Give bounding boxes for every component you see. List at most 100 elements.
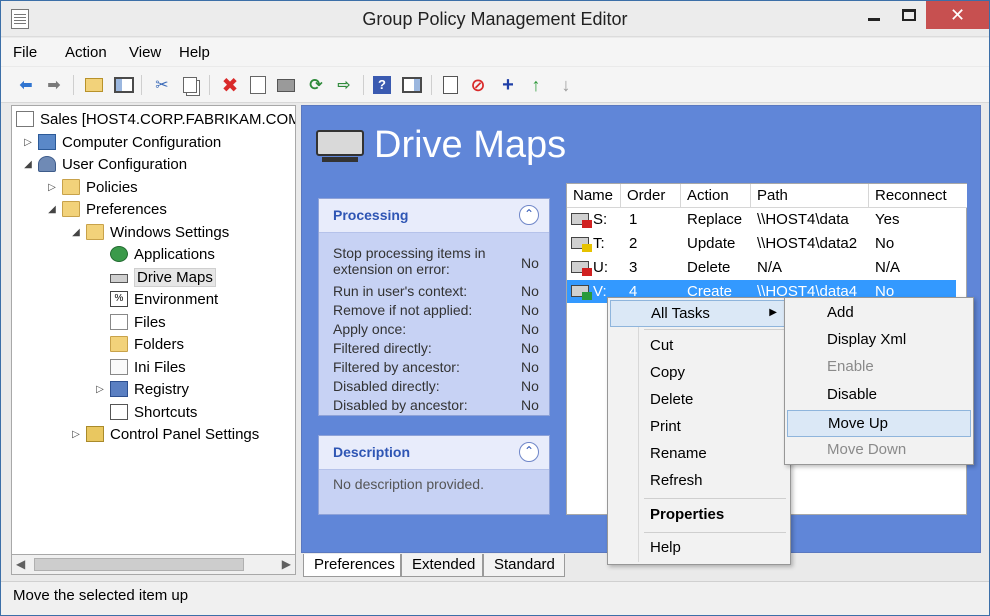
table-row[interactable]: U: 3 Delete N/A N/A xyxy=(567,256,956,279)
tree-files[interactable]: Files xyxy=(110,311,166,333)
menu-help[interactable]: Help xyxy=(179,44,210,61)
column-header-path[interactable]: Path xyxy=(751,184,869,208)
processing-item: Filtered by ancestor: No xyxy=(333,359,543,375)
delete-icon[interactable]: ✖ xyxy=(219,74,241,97)
menu-item-all-tasks[interactable]: All Tasks ▶ xyxy=(610,300,788,327)
description-header[interactable]: Description ⌃ xyxy=(319,436,549,470)
collapse-icon[interactable]: ⌃ xyxy=(519,442,539,462)
menu-separator xyxy=(644,329,786,330)
all-tasks-submenu: Add Display Xml Enable Disable Move Up M… xyxy=(784,297,974,465)
tree-control-panel-settings[interactable]: ▷ Control Panel Settings xyxy=(70,423,259,445)
tree-folders[interactable]: Folders xyxy=(110,333,184,355)
cell-order: 2 xyxy=(629,235,638,252)
properties-icon[interactable] xyxy=(247,74,269,96)
expand-icon[interactable]: ▷ xyxy=(46,182,58,193)
back-icon[interactable]: ⬅ xyxy=(15,74,37,96)
tree-policies[interactable]: ▷ Policies xyxy=(46,176,138,198)
processing-header[interactable]: Processing ⌃ xyxy=(319,199,549,233)
stop-icon[interactable]: ⊘ xyxy=(467,74,489,96)
drive-icon xyxy=(110,273,128,283)
menu-item-help[interactable]: Help xyxy=(610,535,788,562)
tree-root[interactable]: Sales [HOST4.CORP.FABRIKAM.COM] xyxy=(16,108,295,130)
submenu-item-disable[interactable]: Disable xyxy=(787,382,971,409)
collapse-icon[interactable]: ◢ xyxy=(70,227,82,238)
tab-extended[interactable]: Extended xyxy=(401,554,483,577)
expand-icon[interactable]: ▷ xyxy=(94,384,106,395)
menu-item-refresh[interactable]: Refresh xyxy=(610,468,788,495)
expand-icon[interactable]: ▷ xyxy=(22,137,34,148)
tree-applications[interactable]: Applications xyxy=(110,243,215,265)
processing-item: Remove if not applied: No xyxy=(333,302,543,318)
processing-value: No xyxy=(521,378,539,394)
copy-icon[interactable] xyxy=(179,74,201,96)
show-hide-action-icon[interactable] xyxy=(401,74,423,96)
tab-preferences[interactable]: Preferences xyxy=(303,554,401,577)
refresh-icon[interactable]: ⟳ xyxy=(305,74,327,96)
tree-shortcuts[interactable]: Shortcuts xyxy=(110,401,197,423)
column-header-order[interactable]: Order xyxy=(621,184,681,208)
tree-drive-maps[interactable]: Drive Maps xyxy=(110,266,216,288)
menu-item-rename[interactable]: Rename xyxy=(610,441,788,468)
tree-user-configuration[interactable]: ◢ User Configuration xyxy=(22,153,187,175)
tree-windows-settings[interactable]: ◢ Windows Settings xyxy=(70,221,229,243)
maximize-button[interactable] xyxy=(892,1,926,29)
cell-action: Update xyxy=(687,235,736,252)
menu-file[interactable]: File xyxy=(13,44,37,61)
cell-action: Delete xyxy=(687,259,731,276)
scroll-thumb[interactable] xyxy=(34,558,244,571)
description-text: No description provided. xyxy=(333,476,484,492)
submenu-item-move-up[interactable]: Move Up xyxy=(787,410,971,437)
move-up-icon[interactable]: ↑ xyxy=(525,74,547,96)
collapse-icon[interactable]: ⌃ xyxy=(519,205,539,225)
cell-reconnect: No xyxy=(875,235,895,252)
column-header-reconnect[interactable]: Reconnect xyxy=(869,184,967,208)
processing-label: Disabled by ancestor: xyxy=(333,397,468,413)
console-tree: Sales [HOST4.CORP.FABRIKAM.COM] ▷ Compute… xyxy=(11,105,296,575)
scroll-right-icon[interactable]: ▶ xyxy=(282,557,291,571)
tree-environment[interactable]: % Environment xyxy=(110,288,218,310)
menu-separator xyxy=(644,498,786,499)
column-header-name[interactable]: Name xyxy=(567,184,621,208)
submenu-item-display-xml[interactable]: Display Xml xyxy=(787,327,971,354)
expand-icon[interactable]: ▷ xyxy=(70,429,82,440)
cell-name: T: xyxy=(593,235,605,252)
move-down-icon[interactable]: ↓ xyxy=(555,74,577,96)
collapse-icon[interactable]: ◢ xyxy=(46,204,58,215)
show-hide-tree-icon[interactable] xyxy=(113,74,135,96)
processing-item: Disabled directly: No xyxy=(333,378,543,394)
menu-item-print[interactable]: Print xyxy=(610,414,788,441)
menu-item-cut[interactable]: Cut xyxy=(610,333,788,360)
title-bar[interactable]: Group Policy Management Editor ✕ xyxy=(1,1,989,37)
delete-mark-icon xyxy=(582,268,592,276)
submenu-item-add[interactable]: Add xyxy=(787,300,971,327)
collapse-icon[interactable]: ◢ xyxy=(22,159,34,170)
export-icon[interactable]: ⇨ xyxy=(333,74,355,96)
menu-item-properties[interactable]: Properties xyxy=(610,502,788,529)
forward-icon[interactable]: ➡ xyxy=(43,74,65,96)
view-xml-icon[interactable] xyxy=(439,74,461,96)
tree-computer-configuration[interactable]: ▷ Computer Configuration xyxy=(22,131,221,153)
processing-item: Filtered directly: No xyxy=(333,340,543,356)
minimize-button[interactable] xyxy=(857,1,891,29)
up-folder-icon[interactable] xyxy=(83,74,105,96)
horizontal-scrollbar[interactable]: ◀ ▶ xyxy=(11,554,296,575)
menu-item-copy[interactable]: Copy xyxy=(610,360,788,387)
tree-label-selected: Drive Maps xyxy=(134,267,216,287)
print-icon[interactable] xyxy=(275,74,297,96)
cell-name: U: xyxy=(593,259,608,276)
scroll-left-icon[interactable]: ◀ xyxy=(16,557,25,571)
table-row[interactable]: S: 1 Replace \\HOST4\data Yes xyxy=(567,208,956,231)
tree-registry[interactable]: ▷ Registry xyxy=(94,378,189,400)
table-row[interactable]: T: 2 Update \\HOST4\data2 No xyxy=(567,232,956,255)
menu-view[interactable]: View xyxy=(129,44,161,61)
tree-preferences[interactable]: ◢ Preferences xyxy=(46,198,167,220)
cut-icon[interactable]: ✂ xyxy=(151,74,173,96)
menu-action[interactable]: Action xyxy=(65,44,107,61)
close-button[interactable]: ✕ xyxy=(926,1,989,29)
column-header-action[interactable]: Action xyxy=(681,184,751,208)
help-icon[interactable]: ? xyxy=(371,74,393,96)
tab-standard[interactable]: Standard xyxy=(483,554,565,577)
add-icon[interactable]: + xyxy=(497,74,519,96)
tree-ini-files[interactable]: Ini Files xyxy=(110,356,186,378)
menu-item-delete[interactable]: Delete xyxy=(610,387,788,414)
